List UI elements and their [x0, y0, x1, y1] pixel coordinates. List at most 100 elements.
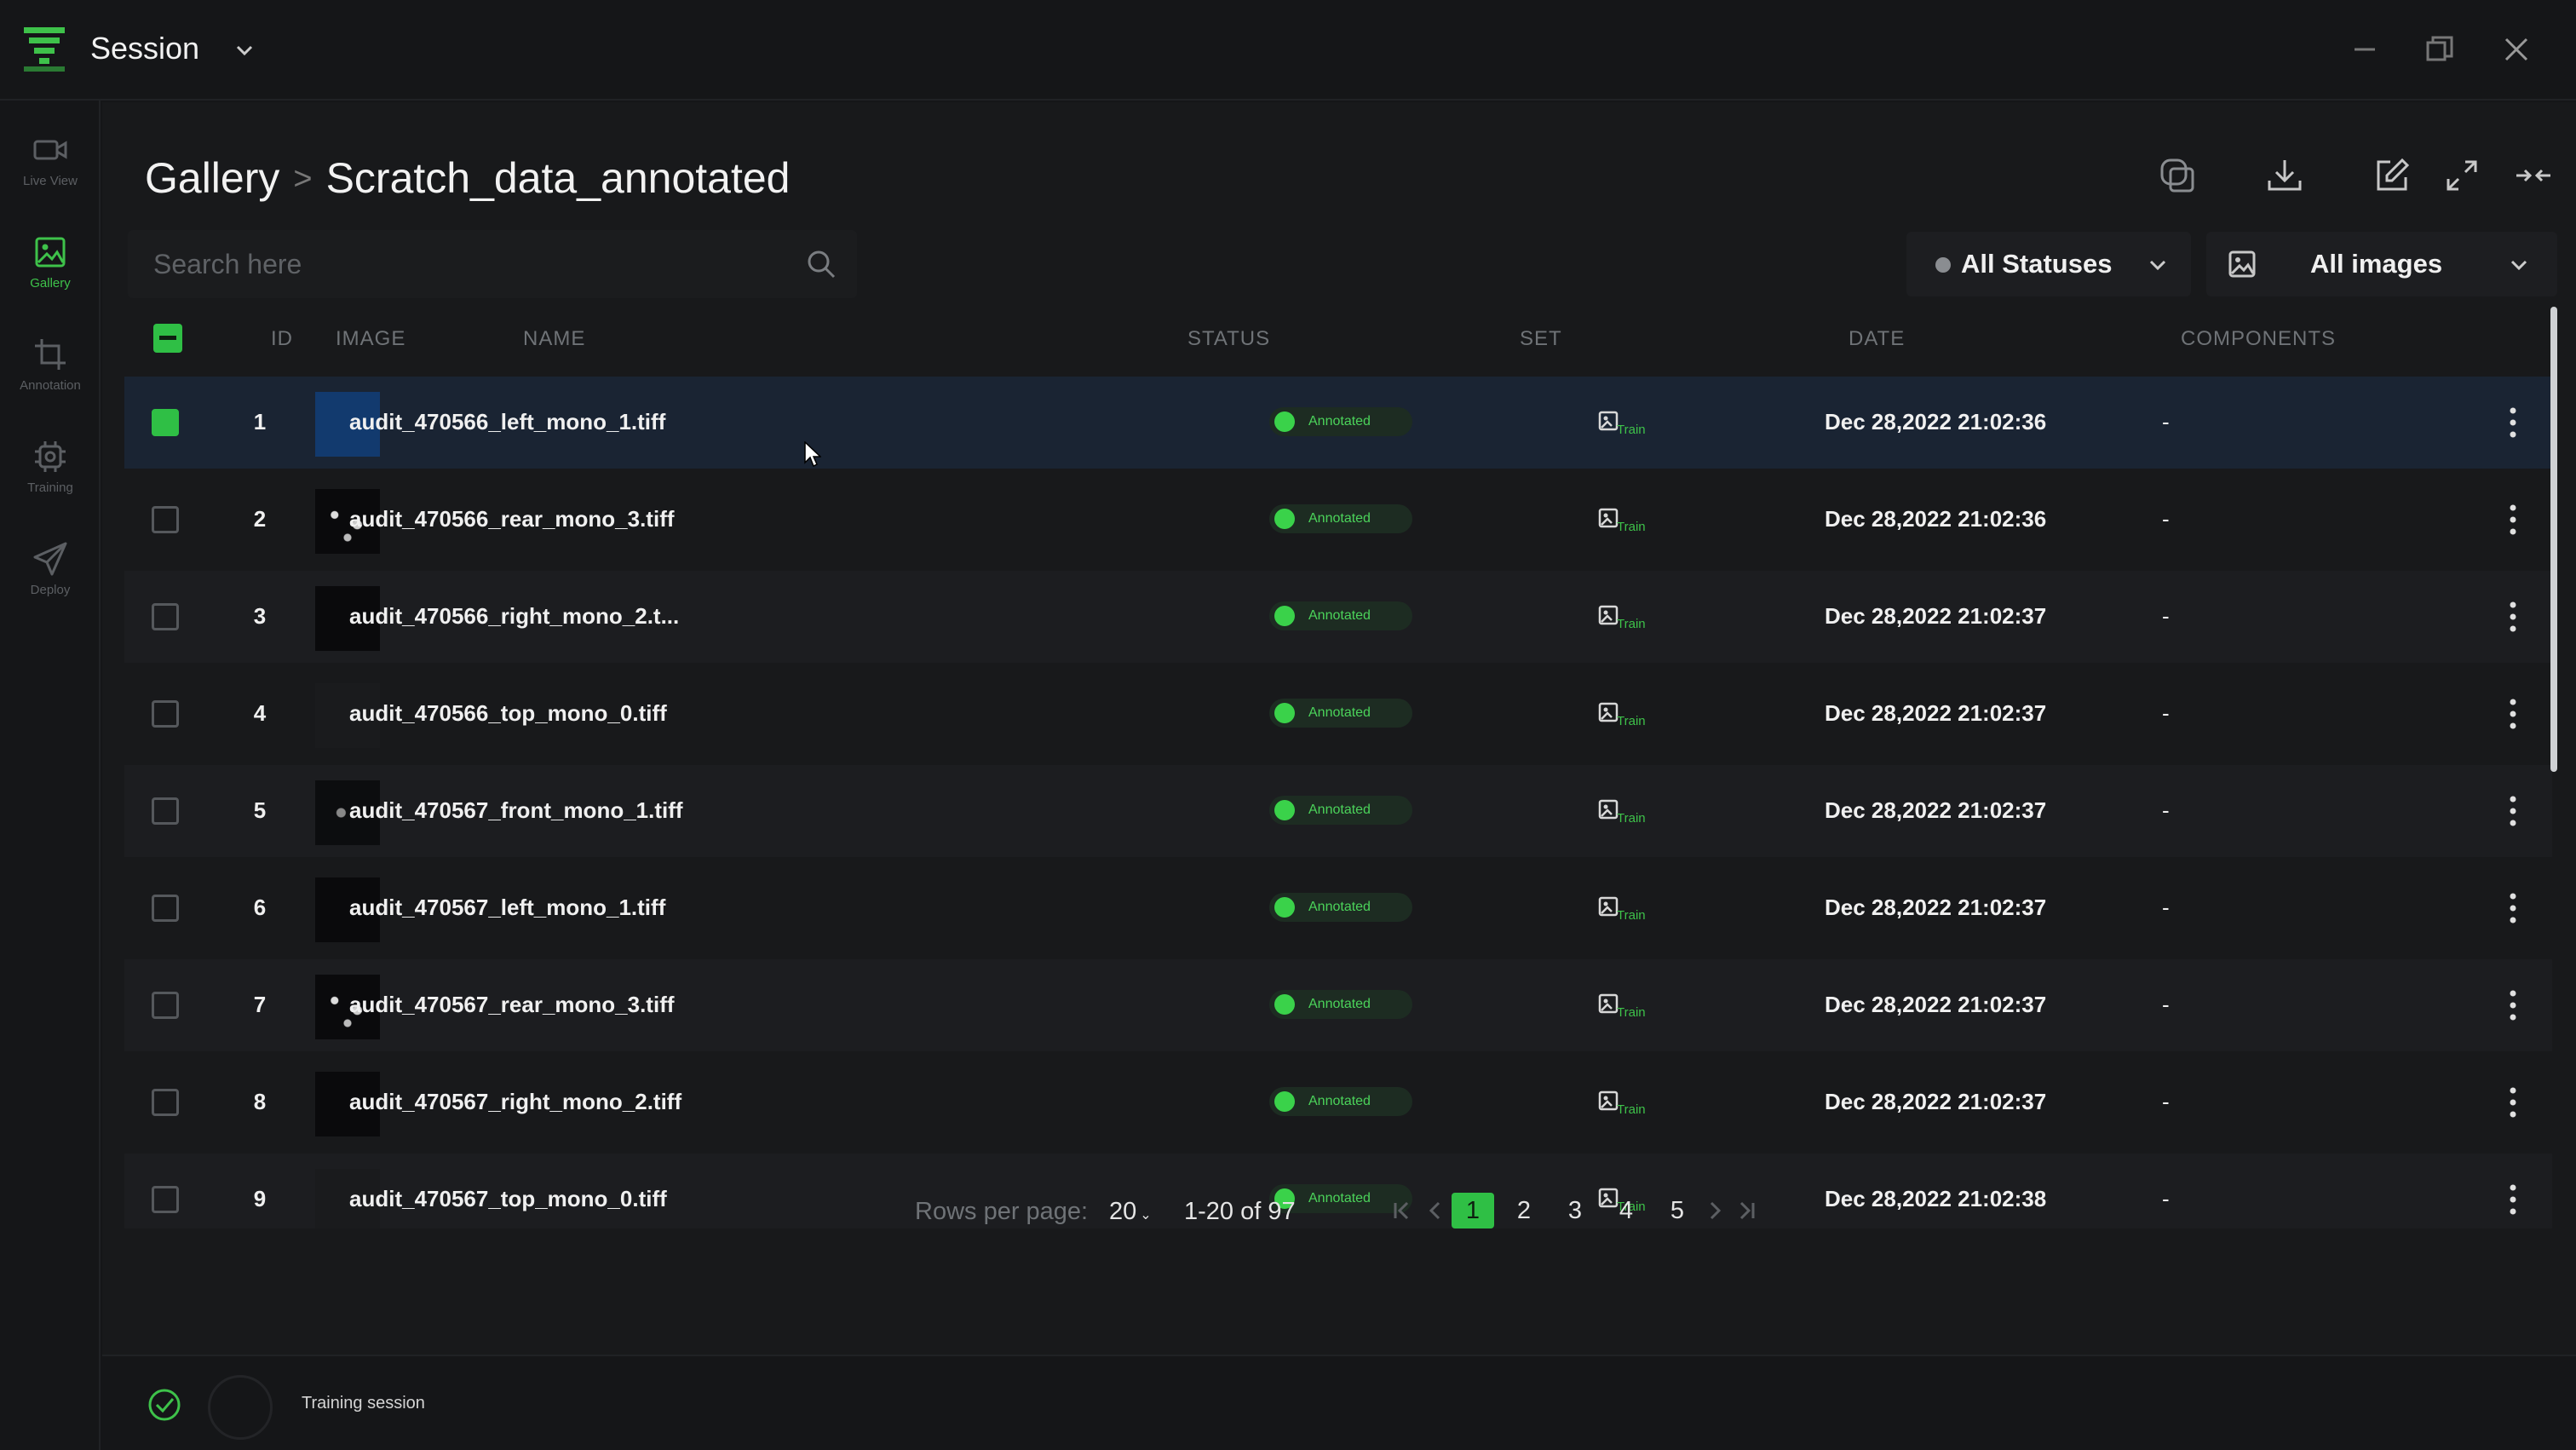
page-button-3[interactable]: 3 [1554, 1193, 1596, 1228]
row-components: - [2162, 895, 2170, 920]
row-id: 6 [253, 895, 267, 920]
table-scrollbar[interactable] [2550, 307, 2557, 772]
row-checkbox[interactable] [152, 603, 179, 630]
table-row[interactable]: 4 audit_470566_top_mono_0.tiff Annotated Tr… [124, 668, 2552, 760]
page-button-4[interactable]: 4 [1605, 1193, 1647, 1228]
row-name: audit_470566_rear_mono_3.tiff [349, 506, 675, 532]
set-label: Train [1617, 908, 1646, 923]
page-button-5[interactable]: 5 [1656, 1193, 1699, 1228]
sidebar: Live View Gallery Annotation Training De… [0, 101, 101, 1450]
more-options-icon[interactable] [2494, 402, 2532, 443]
sidebar-item-training[interactable]: Training [0, 419, 101, 513]
table-row[interactable]: 6 audit_470567_left_mono_1.tiff Annotated T… [124, 862, 2552, 954]
footer-status-text: Training session [302, 1394, 425, 1413]
row-checkbox[interactable] [152, 895, 179, 922]
status-badge-text: Annotated [1308, 1094, 1371, 1108]
download-icon[interactable] [2264, 155, 2305, 196]
row-checkbox[interactable] [152, 992, 179, 1019]
first-page-icon[interactable] [1389, 1198, 1414, 1223]
more-options-icon[interactable] [2494, 985, 2532, 1026]
table-row[interactable]: 7 audit_470567_rear_mono_3.tiff Annotated T… [124, 959, 2552, 1051]
status-dot-icon [1274, 703, 1295, 723]
search-input[interactable] [128, 230, 792, 298]
chevron-down-icon: ⌄ [1140, 1208, 1152, 1223]
previous-page-icon[interactable] [1423, 1198, 1448, 1223]
sidebar-item-annotation[interactable]: Annotation [0, 317, 101, 411]
status-badge: Annotated [1269, 893, 1412, 922]
search-box [128, 230, 857, 298]
rows-per-page-label: Rows per page: [915, 1198, 1089, 1225]
status-badge-text: Annotated [1308, 608, 1371, 623]
status-badge: Annotated [1269, 601, 1412, 630]
row-name: audit_470567_rear_mono_3.tiff [349, 992, 675, 1017]
page-button-1[interactable]: 1 [1452, 1193, 1494, 1228]
column-header-date[interactable]: DATE [1849, 327, 1905, 351]
session-title[interactable]: Session [90, 31, 199, 66]
column-header-status[interactable]: STATUS [1187, 327, 1270, 351]
last-page-icon[interactable] [1734, 1198, 1760, 1223]
column-header-image[interactable]: IMAGE [336, 327, 405, 351]
row-name: audit_470566_top_mono_0.tiff [349, 700, 667, 726]
restore-icon[interactable] [2421, 31, 2458, 68]
crop-icon [35, 339, 66, 370]
expand-icon[interactable] [2441, 155, 2482, 196]
row-checkbox[interactable] [152, 700, 179, 728]
row-components: - [2162, 992, 2170, 1017]
more-options-icon[interactable] [2494, 1082, 2532, 1123]
table-row[interactable]: 2 audit_470566_rear_mono_3.tiff Annotated T… [124, 474, 2552, 566]
status-dot-icon [1935, 257, 1951, 273]
row-name: audit_470567_right_mono_2.tiff [349, 1089, 682, 1114]
more-options-icon[interactable] [2494, 693, 2532, 734]
sidebar-item-live-view[interactable]: Live View [0, 112, 101, 206]
next-page-icon[interactable] [1702, 1198, 1728, 1223]
minimize-icon[interactable] [2346, 31, 2383, 68]
column-header-components[interactable]: COMPONENTS [2181, 327, 2336, 351]
edit-icon[interactable] [2372, 155, 2412, 196]
row-checkbox[interactable] [152, 409, 179, 436]
column-header-name[interactable]: NAME [523, 327, 585, 351]
table-row[interactable]: 5 audit_470567_front_mono_1.tiff Annotated… [124, 765, 2552, 857]
image-icon [2228, 250, 2256, 278]
status-badge-text: Annotated [1308, 414, 1371, 429]
more-options-icon[interactable] [2494, 888, 2532, 929]
column-header-set[interactable]: SET [1520, 327, 1562, 351]
sidebar-item-label: Training [27, 480, 73, 495]
status-badge: Annotated [1269, 699, 1412, 728]
table-body: 1 audit_470566_left_mono_1.tiff Annotated T… [124, 377, 2552, 1228]
set-label: Train [1617, 617, 1646, 631]
table-row[interactable]: 1 audit_470566_left_mono_1.tiff Annotated T… [124, 377, 2552, 469]
more-options-icon[interactable] [2494, 499, 2532, 540]
sidebar-item-deploy[interactable]: Deploy [0, 521, 101, 615]
rows-per-page-select[interactable]: 20 ⌄ [1109, 1198, 1152, 1226]
more-options-icon[interactable] [2494, 791, 2532, 831]
image-filter-dropdown[interactable]: All images [2206, 232, 2557, 296]
row-checkbox[interactable] [152, 506, 179, 533]
row-components: - [2162, 603, 2170, 629]
title-bar: Session [0, 0, 2576, 101]
compare-images-icon[interactable] [2157, 155, 2198, 196]
chevron-down-icon[interactable] [232, 37, 257, 63]
search-icon[interactable] [804, 247, 838, 281]
chevron-down-icon [2510, 260, 2527, 271]
status-dot-icon [1274, 1091, 1295, 1112]
close-icon[interactable] [2498, 31, 2535, 68]
column-header-id[interactable]: ID [271, 327, 293, 351]
select-all-checkbox[interactable] [153, 324, 182, 353]
page-button-2[interactable]: 2 [1503, 1193, 1545, 1228]
status-badge: Annotated [1269, 796, 1412, 825]
status-dot-icon [1274, 509, 1295, 529]
set-indicator: Train [1598, 504, 1666, 538]
row-checkbox[interactable] [152, 797, 179, 825]
more-options-icon[interactable] [2494, 596, 2532, 637]
row-date: Dec 28,2022 21:02:37 [1825, 700, 2047, 726]
breadcrumb-separator: > [293, 161, 313, 197]
status-badge-text: Annotated [1308, 900, 1371, 914]
sidebar-item-gallery[interactable]: Gallery [0, 215, 101, 308]
table-row[interactable]: 3 audit_470566_right_mono_2.t... Annotated… [124, 571, 2552, 663]
status-filter-dropdown[interactable]: All Statuses [1906, 232, 2191, 296]
set-indicator: Train [1598, 893, 1666, 927]
collapse-panel-icon[interactable] [2513, 155, 2554, 196]
row-checkbox[interactable] [152, 1089, 179, 1116]
table-row[interactable]: 8 audit_470567_right_mono_2.tiff Annotated… [124, 1056, 2552, 1148]
breadcrumb-root[interactable]: Gallery [145, 154, 279, 202]
